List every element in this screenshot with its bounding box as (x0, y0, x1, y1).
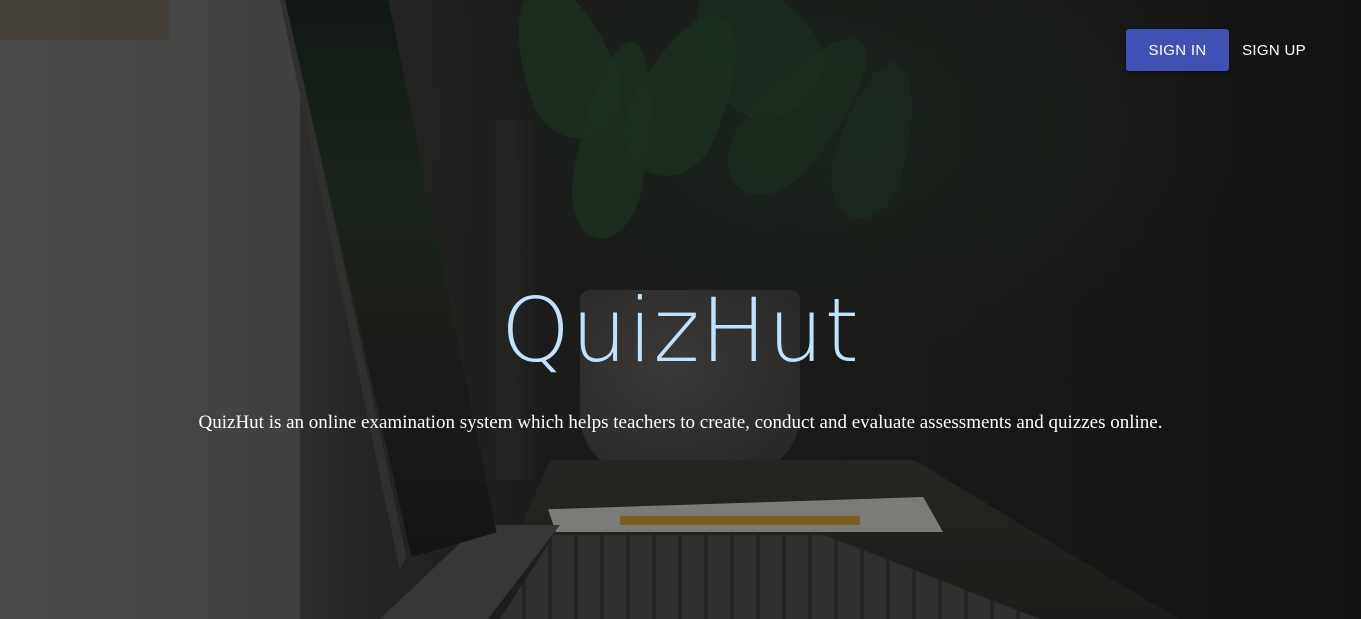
sign-up-button[interactable]: SIGN UP (1241, 29, 1307, 71)
hero-title: QuizHut (500, 279, 861, 382)
hero-section: SIGN IN SIGN UP QuizHut QuizHut is an on… (0, 0, 1361, 619)
top-nav: SIGN IN SIGN UP (1126, 29, 1307, 71)
sign-in-button[interactable]: SIGN IN (1126, 29, 1229, 71)
hero-tagline: QuizHut is an online examination system … (198, 412, 1163, 433)
